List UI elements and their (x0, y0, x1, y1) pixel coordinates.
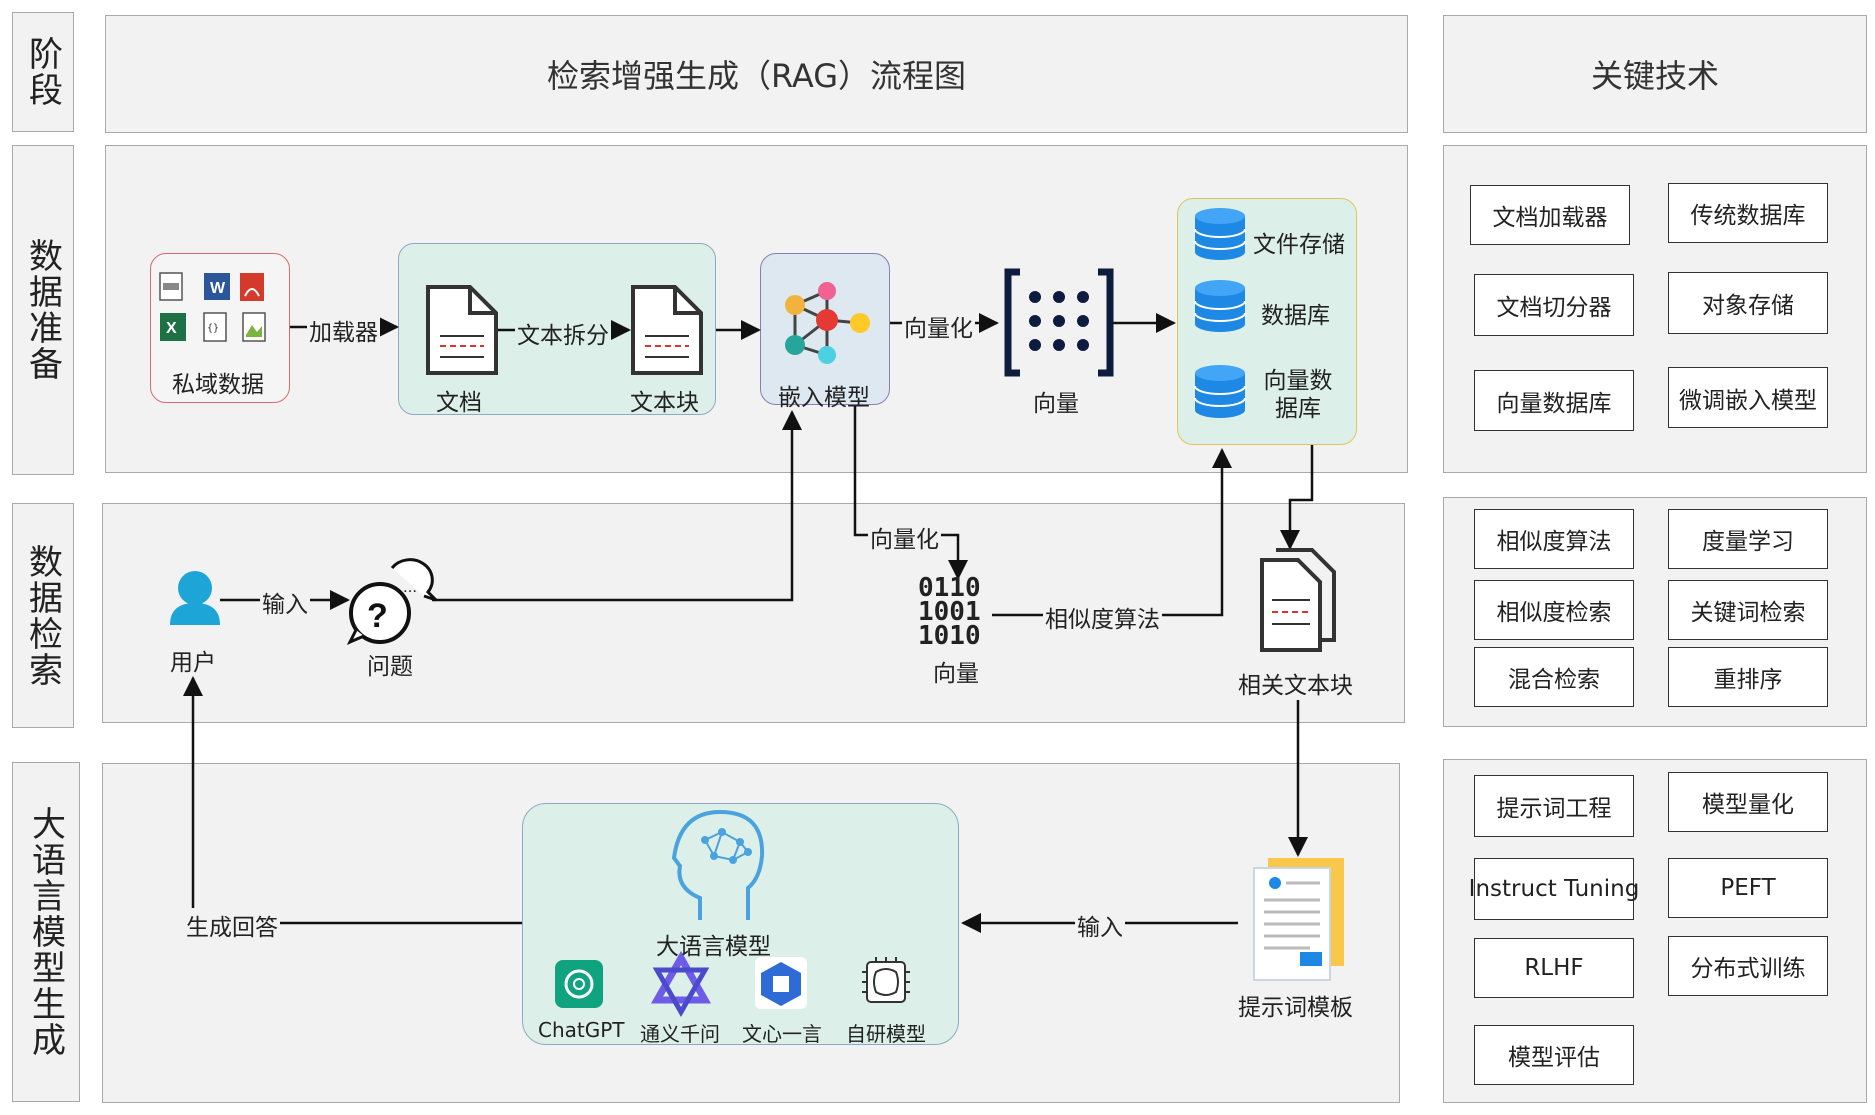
prompt-template-icon (1253, 858, 1344, 981)
binary-row: 1010 (918, 621, 981, 651)
word-file-icon: W (204, 273, 230, 300)
loader-label: 加载器 (307, 313, 380, 347)
neural-network-icon (785, 282, 870, 364)
self-model-label: 自研模型 (846, 1022, 926, 1046)
user-label: 用户 (170, 650, 216, 676)
svg-text:…: … (403, 580, 417, 596)
document-icon (426, 285, 498, 375)
wenxin-label: 文心一言 (742, 1022, 822, 1046)
retrieval-vector-label: 向量 (933, 661, 979, 687)
database-label: 数据库 (1261, 303, 1330, 329)
prompt-template-label: 提示词模板 (1238, 995, 1353, 1021)
arrow-similarity (992, 448, 1232, 617)
document-label: 文档 (436, 390, 482, 416)
arrow-question-to-embed (432, 410, 802, 602)
chatgpt-icon (555, 960, 603, 1008)
relevant-chunks-label: 相关文本块 (1238, 673, 1353, 699)
svg-text:X: X (166, 320, 177, 337)
vector-label: 向量 (1033, 391, 1079, 417)
brain-head-icon (671, 809, 765, 920)
chunk-label: 文本块 (630, 390, 699, 416)
vectorize-label: 向量化 (902, 309, 975, 343)
self-developed-model-icon (862, 957, 910, 1003)
svg-text:?: ? (367, 597, 388, 635)
binary-vector: 0110 1001 1010 (918, 575, 981, 651)
relevant-chunks-icon (1260, 548, 1336, 652)
database-icon (1194, 365, 1246, 418)
input-label: 输入 (260, 585, 310, 619)
tongyi-label: 通义千问 (640, 1022, 720, 1046)
svg-text:W: W (210, 280, 226, 297)
retrieval-vectorize-label: 向量化 (868, 520, 941, 554)
embed-model-label: 嵌入模型 (778, 385, 870, 411)
database-icon (1194, 280, 1246, 332)
database-icon (1194, 208, 1246, 260)
vector-icon (1004, 268, 1114, 377)
wenxin-yiyan-icon (755, 957, 807, 1009)
file-storage-label: 文件存储 (1253, 232, 1345, 258)
generate-answer-label: 生成回答 (184, 908, 280, 942)
split-label: 文本拆分 (515, 316, 611, 350)
arrow-llm-to-user (183, 676, 522, 925)
vector-db-label: 向量数据库 (1263, 368, 1333, 422)
pdf-file-icon (240, 273, 264, 301)
user-icon (170, 571, 220, 625)
arrow-storage-to-chunks (1280, 445, 1314, 550)
txt-file-icon (159, 272, 183, 301)
question-chat-icon: … ? (346, 558, 438, 645)
png-file-icon (242, 312, 266, 342)
chatgpt-label: ChatGPT (538, 1018, 625, 1042)
similarity-label: 相似度算法 (1043, 600, 1162, 634)
question-label: 问题 (367, 654, 413, 680)
excel-file-icon: X (160, 313, 186, 341)
svg-text:{}: {} (207, 323, 219, 334)
chunk-document-icon (631, 285, 703, 375)
tongyi-qianwen-icon (650, 950, 712, 1018)
private-data-label: 私域数据 (172, 372, 264, 398)
prompt-input-label: 输入 (1075, 908, 1125, 942)
json-file-icon: {} (203, 312, 227, 342)
llm-label: 大语言模型 (656, 934, 771, 960)
